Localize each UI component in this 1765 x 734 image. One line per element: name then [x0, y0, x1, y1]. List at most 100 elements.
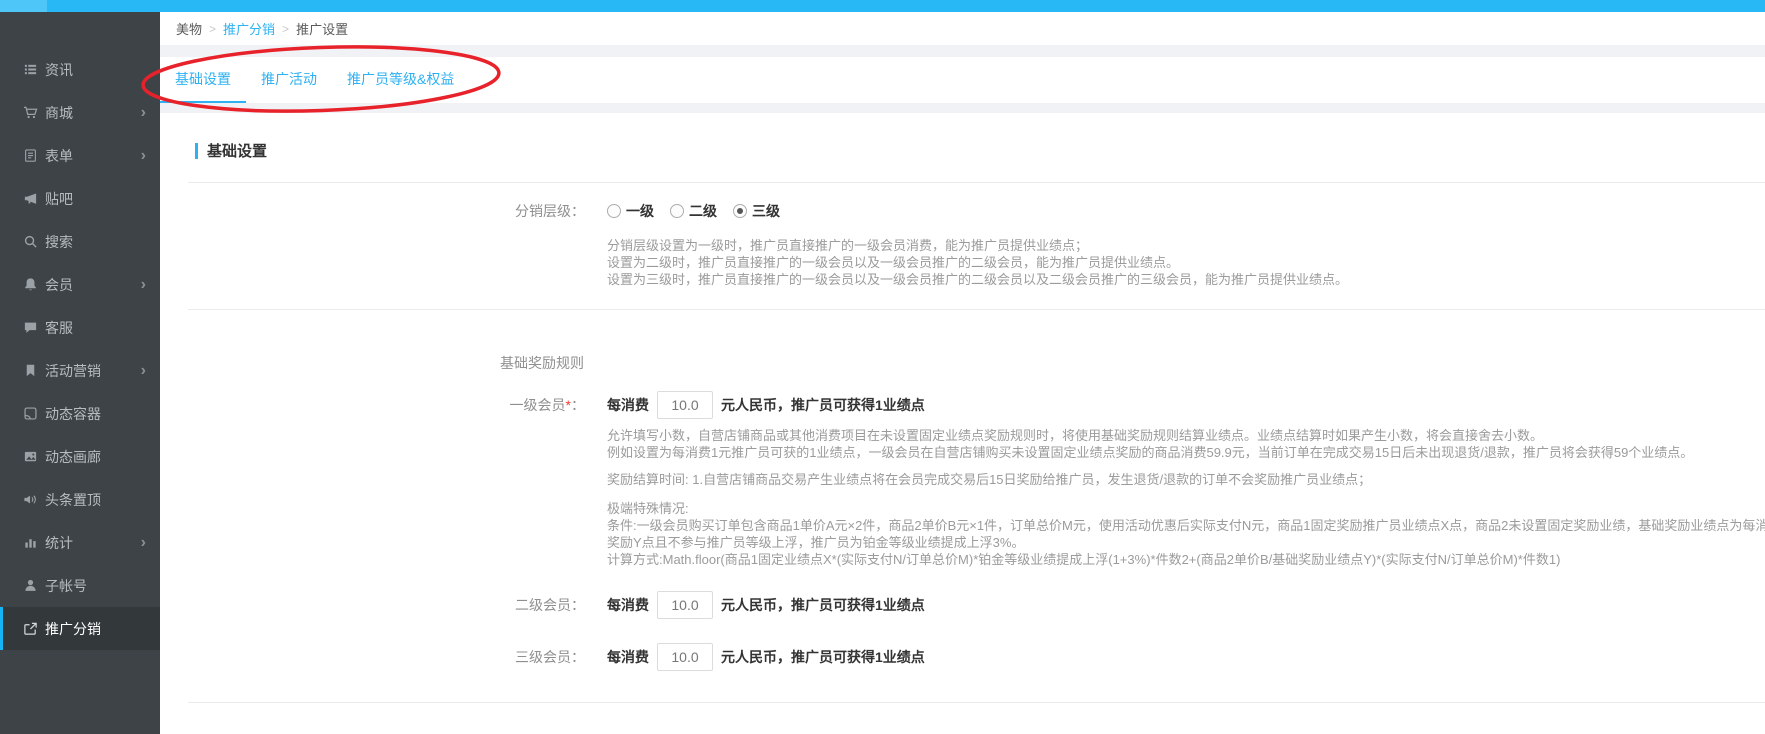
sidebar-item-service[interactable]: 客服 [0, 306, 160, 349]
form-row-level1-member: 一级会员*： 每消费 元人民币，推广员可获得1业绩点 [160, 391, 1765, 419]
chevron-right-icon: › [141, 277, 146, 293]
help-line: 例如设置为每消费1元推广员可获的1业绩点，一级会员在自营店铺购买未设置固定业绩点… [607, 444, 1765, 461]
help-line: 允许填写小数，自营店铺商品或其他消费项目在未设置固定业绩点奖励规则时，将使用基础… [607, 427, 1765, 444]
spend-suffix: 元人民币，推广员可获得1业绩点 [721, 595, 925, 615]
sidebar-item-search[interactable]: 搜索 [0, 220, 160, 263]
radio-option-level1[interactable]: 一级 [607, 201, 654, 221]
sidebar-item-mall[interactable]: 商城 › [0, 91, 160, 134]
volume-icon [23, 492, 38, 507]
sidebar-item-label: 资讯 [45, 60, 146, 80]
help-line: 计算方式:Math.floor(商品1固定业绩点X*(实际支付N/订单总价M)*… [607, 551, 1765, 568]
spend-suffix: 元人民币，推广员可获得1业绩点 [721, 647, 925, 667]
level1-spend-input[interactable] [657, 391, 713, 419]
divider [188, 182, 1765, 183]
gallery-icon [23, 449, 38, 464]
spend-prefix: 每消费 [607, 595, 649, 615]
level3-spend-input[interactable] [657, 643, 713, 671]
help-line: 条件:一级会员购买订单包含商品1单价A元×2件，商品2单价B元×1件，订单总价M… [607, 517, 1765, 534]
section-title: 基础设置 [195, 140, 1765, 161]
chevron-right-icon: › [141, 105, 146, 121]
sidebar-item-promotion-distribution[interactable]: 推广分销 [0, 607, 160, 650]
top-bar-corner [0, 0, 47, 12]
help-line: 设置为三级时，推广员直接推广的一级会员以及一级会员推广的二级会员以及二级会员推广… [607, 271, 1765, 288]
level-help-text: 分销层级设置为一级时，推广员直接推广的一级会员消费，能为推广员提供业绩点； 设置… [607, 237, 1765, 288]
sidebar-item-dynamic-container[interactable]: 动态容器 [0, 392, 160, 435]
sidebar-item-label: 动态画廊 [45, 447, 146, 467]
sidebar-item-news[interactable]: 资讯 [0, 48, 160, 91]
bell-icon [23, 277, 38, 292]
sidebar-item-label: 搜索 [45, 232, 146, 252]
breadcrumb-item-settings: 推广设置 [296, 19, 348, 38]
chevron-right-icon: › [141, 148, 146, 164]
help-line: 设置为二级时，推广员直接推广的一级会员以及一级会员推广的二级会员，能为推广员提供… [607, 254, 1765, 271]
main-area: 美物 > 推广分销 > 推广设置 基础设置 推广活动 推广员等级&权益 基础设置… [160, 12, 1765, 734]
help-line: 奖励Y点且不参与推广员等级上浮，推广员为铂金等级业绩提成上浮3%。 [607, 534, 1765, 551]
sidebar-item-label: 会员 [45, 275, 141, 295]
reward-rules-group-label: 基础奖励规则 [500, 353, 1765, 373]
search-icon [23, 234, 38, 249]
radio-option-level3[interactable]: 三级 [733, 201, 780, 221]
form-row-distribution-level: 分销层级： 一级 二级 三级 [160, 201, 1765, 221]
content-panel: 基础设置 分销层级： 一级 二级 三级 分销层级设置为一级时， [160, 113, 1765, 734]
field-label: 一级会员*： [160, 395, 585, 415]
sidebar-item-activity-marketing[interactable]: 活动营销 › [0, 349, 160, 392]
sidebar-item-statistics[interactable]: 统计 › [0, 521, 160, 564]
level2-spend-input[interactable] [657, 591, 713, 619]
sidebar-item-label: 统计 [45, 533, 141, 553]
top-bar [0, 0, 1765, 12]
sidebar-item-label: 活动营销 [45, 361, 141, 381]
sidebar-item-label: 推广分销 [45, 619, 146, 639]
user-icon [23, 578, 38, 593]
tab-promotion-activity[interactable]: 推广活动 [246, 57, 332, 103]
sidebar-item-members[interactable]: 会员 › [0, 263, 160, 306]
spend-suffix: 元人民币，推广员可获得1业绩点 [721, 395, 925, 415]
share-icon [23, 621, 38, 636]
list-icon [23, 62, 38, 77]
field-label: 分销层级： [160, 201, 585, 221]
sidebar-item-forms[interactable]: 表单 › [0, 134, 160, 177]
form-row-level3-member: 三级会员： 每消费 元人民币，推广员可获得1业绩点 [160, 643, 1765, 671]
chevron-right-icon: › [141, 535, 146, 551]
level-radio-group: 一级 二级 三级 [607, 201, 796, 221]
bookmark-icon [23, 363, 38, 378]
chat-icon [23, 320, 38, 335]
breadcrumb-item-app: 美物 [176, 19, 202, 38]
radio-label: 一级 [626, 201, 654, 221]
breadcrumb: 美物 > 推广分销 > 推广设置 [160, 12, 1765, 45]
radio-label: 二级 [689, 201, 717, 221]
radio-checked-icon [733, 204, 747, 218]
sidebar-item-sub-accounts[interactable]: 子帐号 [0, 564, 160, 607]
sidebar: 资讯 商城 › 表单 › 贴吧 搜索 会员 › 客服 活动营销 › 动态容器 动… [0, 12, 160, 734]
sidebar-item-label: 头条置顶 [45, 490, 146, 510]
megaphone-icon [23, 191, 38, 206]
spend-prefix: 每消费 [607, 647, 649, 667]
field-label: 二级会员： [160, 595, 585, 615]
container-icon [23, 406, 38, 421]
sidebar-item-label: 贴吧 [45, 189, 146, 209]
sidebar-item-label: 表单 [45, 146, 141, 166]
radio-option-level2[interactable]: 二级 [670, 201, 717, 221]
tabs-bar: 基础设置 推广活动 推广员等级&权益 [160, 57, 1765, 103]
help-paragraph: 奖励结算时间: 1.自营店铺商品交易产生业绩点将在会员完成交易后15日奖励给推广… [607, 471, 1765, 488]
sidebar-item-label: 商城 [45, 103, 141, 123]
radio-label: 三级 [752, 201, 780, 221]
sidebar-item-dynamic-gallery[interactable]: 动态画廊 [0, 435, 160, 478]
tab-promoter-level-rights[interactable]: 推广员等级&权益 [332, 57, 469, 103]
divider [188, 702, 1765, 703]
sidebar-item-tieba[interactable]: 贴吧 [0, 177, 160, 220]
stats-icon [23, 535, 38, 550]
tab-basic-settings[interactable]: 基础设置 [160, 57, 246, 103]
help-line: 分销层级设置为一级时，推广员直接推广的一级会员消费，能为推广员提供业绩点； [607, 237, 1765, 254]
form-row-level2-member: 二级会员： 每消费 元人民币，推广员可获得1业绩点 [160, 591, 1765, 619]
radio-icon [670, 204, 684, 218]
form-icon [23, 148, 38, 163]
sidebar-item-label: 动态容器 [45, 404, 146, 424]
sidebar-item-headline-top[interactable]: 头条置顶 [0, 478, 160, 521]
breadcrumb-item-distribution[interactable]: 推广分销 [223, 19, 275, 38]
divider [188, 309, 1765, 310]
cart-icon [23, 105, 38, 120]
sidebar-item-label: 客服 [45, 318, 146, 338]
spend-prefix: 每消费 [607, 395, 649, 415]
section-title-text: 基础设置 [207, 140, 267, 161]
sidebar-item-label: 子帐号 [45, 576, 146, 596]
